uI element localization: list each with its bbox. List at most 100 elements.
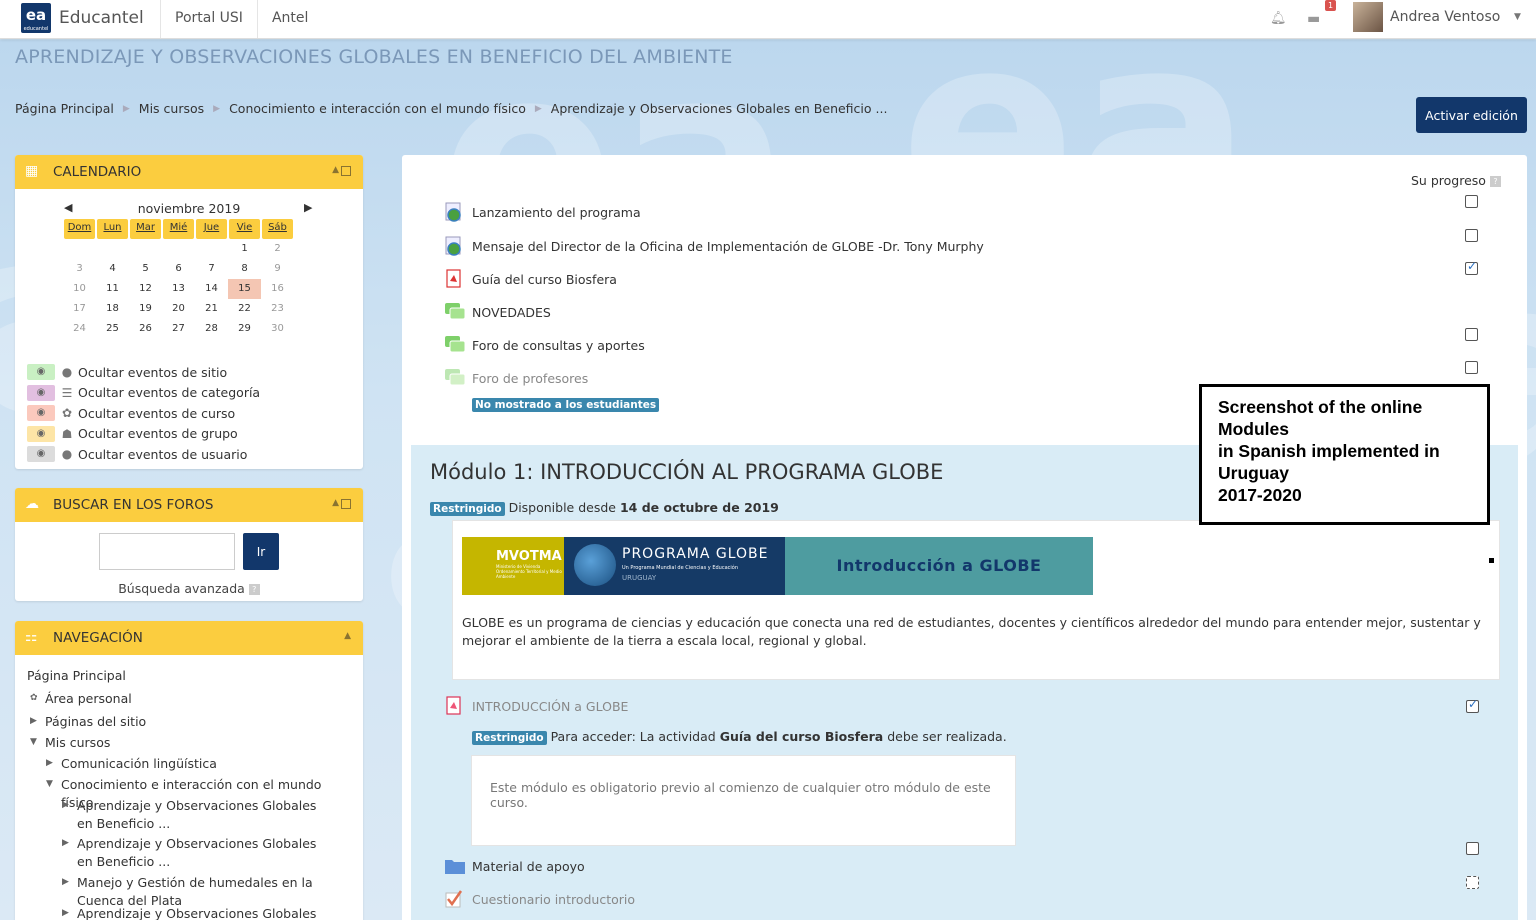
calendar-day[interactable]: 28 [195,319,228,339]
nav-tree-item[interactable]: ▶ Aprendizaje y Observaciones Globales [59,905,327,920]
nav-tree-item[interactable]: ▼ Mis cursos [27,734,327,752]
activity-item[interactable]: Lanzamiento del programa [444,201,641,223]
nav-tree-label[interactable]: Manejo y Gestión de humedales en la Cuen… [77,875,313,908]
collapsed-caret-icon[interactable]: ▶ [62,799,74,812]
breadcrumb-home[interactable]: Página Principal [15,101,114,117]
calendar-day[interactable]: 3 [63,259,96,279]
calendar-day[interactable]: 2 [261,239,294,259]
activity-link[interactable]: Lanzamiento del programa [472,205,641,220]
calendar-day[interactable]: 10 [63,279,96,299]
calendar-day[interactable]: 17 [63,299,96,319]
calendar-day[interactable]: 9 [261,259,294,279]
calendar-day[interactable]: 1 [228,239,261,259]
educantel-logo[interactable]: ea educantel [21,3,51,33]
activity-link[interactable]: Mensaje del Director de la Oficina de Im… [472,239,984,254]
calendar-day[interactable]: 24 [63,319,96,339]
eye-icon[interactable]: ◉ [27,446,55,463]
completion-checkbox[interactable] [1465,229,1478,242]
calendar-day[interactable]: 22 [228,299,261,319]
calendar-filter-label[interactable]: Ocultar eventos de sitio [78,365,227,380]
user-menu-caret-icon[interactable]: ▼ [1514,12,1521,22]
nav-tree-label[interactable]: Comunicación lingüística [61,756,217,771]
calendar-day[interactable]: 6 [162,259,195,279]
activity-item[interactable]: Foro de profesores [444,367,588,389]
calendar-filter-label[interactable]: Ocultar eventos de usuario [78,447,247,462]
activity-item[interactable]: Mensaje del Director de la Oficina de Im… [444,235,984,257]
nav-tree-item[interactable]: ▶ Páginas del sitio [27,713,327,731]
activity-link[interactable]: NOVEDADES [472,305,551,320]
user-name[interactable]: Andrea Ventoso [1390,9,1500,25]
expanded-caret-icon[interactable]: ▼ [30,736,42,749]
activity-link[interactable]: Foro de consultas y aportes [472,338,645,353]
calendar-day[interactable]: 26 [129,319,162,339]
nav-tree-label[interactable]: Aprendizaje y Observaciones Globales en … [77,798,316,831]
completion-checkbox[interactable] [1465,259,1478,275]
collapse-icon[interactable]: ▲ [344,631,351,641]
activate-edit-button[interactable]: Activar edición [1416,97,1527,133]
nav-tree-label[interactable]: Área personal [45,691,132,706]
advanced-search-link[interactable]: Búsqueda avanzada? [15,581,363,596]
messages-icon[interactable]: ▬ [1307,11,1320,27]
completion-checkbox[interactable] [1466,697,1479,713]
user-avatar[interactable] [1353,2,1383,32]
notifications-bell-icon[interactable]: 🔔︎ [1270,11,1287,26]
nav-tree-label[interactable]: Aprendizaje y Observaciones Globales en … [77,836,316,869]
collapsed-caret-icon[interactable]: ▶ [30,715,42,728]
calendar-day[interactable]: 18 [96,299,129,319]
nav-tree-label[interactable]: Aprendizaje y Observaciones Globales [77,906,316,920]
help-icon[interactable]: ? [248,584,260,595]
calendar-day[interactable]: 16 [261,279,294,299]
calendar-month-label[interactable]: noviembre 2019 [63,201,315,216]
collapsed-caret-icon[interactable]: ▶ [62,876,74,889]
calendar-day[interactable]: 13 [162,279,195,299]
calendar-day[interactable]: 14 [195,279,228,299]
completion-checkbox[interactable] [1465,328,1478,341]
nav-link-antel[interactable]: Antel [256,0,322,38]
advanced-search-label[interactable]: Búsqueda avanzada [118,581,245,596]
breadcrumb-category[interactable]: Conocimiento e interacción con el mundo … [229,101,526,117]
completion-checkbox[interactable] [1465,361,1478,374]
nav-tree-item[interactable]: ▶ Comunicación lingüística [43,755,327,773]
collapse-icon[interactable]: ▲ [332,498,339,508]
calendar-filter-item[interactable]: ◉ ● Ocultar eventos de sitio [27,362,260,383]
dock-icon[interactable] [341,166,351,176]
calendar-day[interactable]: 7 [195,259,228,279]
calendar-day[interactable]: 21 [195,299,228,319]
calendar-day[interactable]: 4 [96,259,129,279]
nav-tree-label[interactable]: Página Principal [27,668,126,683]
activity-support-material[interactable]: Material de apoyo [444,855,585,877]
calendar-day[interactable]: 20 [162,299,195,319]
calendar-filter-item[interactable]: ◉ ● Ocultar eventos de usuario [27,444,260,465]
nav-tree-item[interactable]: Página Principal [27,667,327,685]
activity-link[interactable]: Guía del curso Biosfera [472,272,617,287]
eye-icon[interactable]: ◉ [27,405,55,422]
activity-intro-globe[interactable]: INTRODUCCIÓN a GLOBE [444,695,628,717]
nav-tree-label[interactable]: Mis cursos [45,735,110,750]
calendar-filter-label[interactable]: Ocultar eventos de grupo [78,426,238,441]
eye-icon[interactable]: ◉ [27,425,55,442]
activity-intro-quiz[interactable]: Cuestionario introductorio [444,888,635,910]
dashboard-icon[interactable]: ✿ [30,692,42,705]
calendar-day[interactable]: 30 [261,319,294,339]
nav-link-portal-usi[interactable]: Portal USI [160,0,257,38]
calendar-next-month-icon[interactable]: ▶ [304,201,312,214]
nav-tree-item[interactable]: ▶ Aprendizaje y Observaciones Globales en… [59,835,327,871]
nav-tree-label[interactable]: Páginas del sitio [45,714,146,729]
completion-checkbox[interactable] [1466,876,1479,889]
activity-item[interactable]: NOVEDADES [444,301,551,323]
collapse-icon[interactable]: ▲ [332,165,339,175]
brand-name[interactable]: Educantel [59,8,144,28]
calendar-day[interactable]: 11 [96,279,129,299]
calendar-day[interactable]: 19 [129,299,162,319]
forum-search-input[interactable] [99,533,235,570]
dock-icon[interactable] [341,499,351,509]
calendar-day[interactable]: 12 [129,279,162,299]
expanded-caret-icon[interactable]: ▼ [46,778,58,791]
nav-tree-item[interactable]: ▶ Aprendizaje y Observaciones Globales en… [59,797,327,833]
calendar-day[interactable]: 25 [96,319,129,339]
collapsed-caret-icon[interactable]: ▶ [62,907,74,920]
activity-item[interactable]: Guía del curso Biosfera [444,268,617,290]
breadcrumb-course[interactable]: Aprendizaje y Observaciones Globales en … [551,101,888,117]
calendar-filter-label[interactable]: Ocultar eventos de categoría [78,385,260,400]
breadcrumb-my-courses[interactable]: Mis cursos [139,101,204,117]
